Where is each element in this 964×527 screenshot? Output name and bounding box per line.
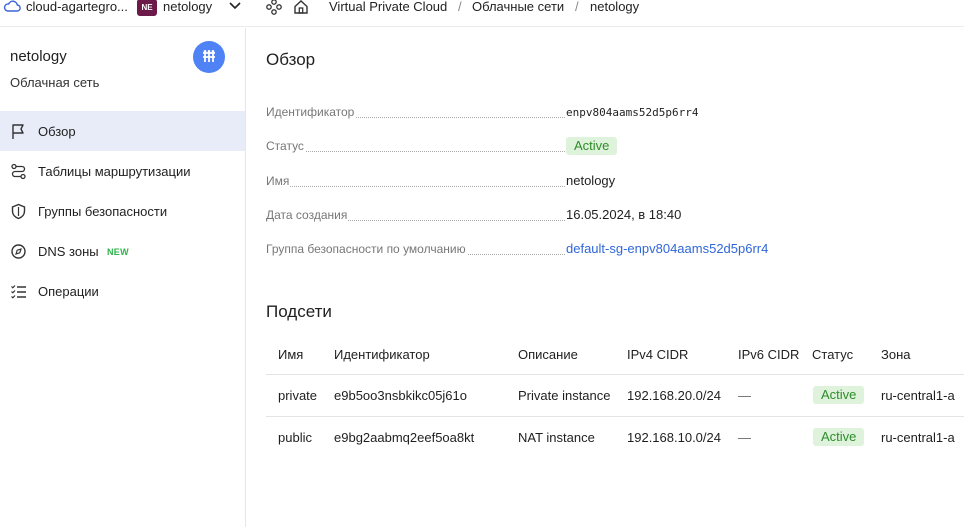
column-header[interactable]: Статус bbox=[812, 347, 853, 362]
shield-icon bbox=[11, 203, 26, 220]
subnet-ipv6: — bbox=[738, 388, 751, 403]
top-bar: cloud-agartegro... NE netology Virtual P… bbox=[0, 0, 964, 27]
sidebar-item-security-groups[interactable]: Группы безопасности bbox=[0, 191, 245, 231]
subnet-zone: ru-central1-a bbox=[881, 430, 955, 445]
folder-selector[interactable]: netology bbox=[163, 0, 212, 14]
overview-heading: Обзор bbox=[266, 50, 316, 69]
sidebar-item-label: Таблицы маршрутизации bbox=[38, 164, 191, 179]
cloud-selector[interactable]: cloud-agartegro... bbox=[26, 0, 128, 14]
prop-label: Дата создания bbox=[266, 208, 349, 222]
sidebar-item-label: Операции bbox=[38, 284, 99, 299]
dns-icon bbox=[11, 244, 26, 259]
security-group-link[interactable]: default-sg-enpv804aams52d5p6rr4 bbox=[566, 241, 768, 256]
subnet-description: Private instance bbox=[518, 388, 611, 403]
breadcrumb-networks[interactable]: Облачные сети bbox=[472, 0, 564, 14]
subnet-name[interactable]: public bbox=[278, 430, 312, 445]
sidebar-item-dns-zones[interactable]: DNS зоны NEW bbox=[0, 231, 245, 271]
sidebar-item-overview[interactable]: Обзор bbox=[0, 111, 245, 151]
subnet-id: e9b5oo3nsbkikc05j61o bbox=[334, 388, 467, 403]
route-icon bbox=[11, 163, 26, 180]
table-divider bbox=[266, 416, 964, 417]
subnets-heading: Подсети bbox=[266, 302, 332, 321]
leader-dots bbox=[266, 151, 565, 152]
prop-label: Статус bbox=[266, 139, 305, 153]
prop-created: Дата создания 16.05.2024, в 18:40 bbox=[266, 206, 866, 224]
chevron-down-icon[interactable] bbox=[228, 1, 242, 11]
sidebar: netology Облачная сеть Обзор Таблицы мар… bbox=[0, 28, 246, 527]
subnet-zone: ru-central1-a bbox=[881, 388, 955, 403]
breadcrumb-separator: / bbox=[458, 0, 462, 14]
subnet-description: NAT instance bbox=[518, 430, 595, 445]
sidebar-item-route-tables[interactable]: Таблицы маршрутизации bbox=[0, 151, 245, 191]
status-value-wrap: Active bbox=[566, 137, 618, 155]
sidebar-item-operations[interactable]: Операции bbox=[0, 271, 245, 311]
created-value: 16.05.2024, в 18:40 bbox=[566, 207, 682, 222]
column-header[interactable]: IPv4 CIDR bbox=[627, 347, 688, 362]
subnet-id: e9bg2aabmq2eef5oa8kt bbox=[334, 430, 475, 445]
services-icon[interactable] bbox=[266, 0, 282, 15]
sidebar-item-label: Обзор bbox=[38, 124, 76, 139]
list-icon bbox=[11, 285, 26, 299]
prop-label: Имя bbox=[266, 174, 291, 188]
column-header[interactable]: Зона bbox=[881, 347, 911, 362]
leader-dots bbox=[266, 186, 565, 187]
subnet-name[interactable]: private bbox=[278, 388, 317, 403]
subnet-ipv4: 192.168.20.0/24 bbox=[627, 388, 721, 403]
column-header[interactable]: Имя bbox=[278, 347, 303, 362]
prop-label: Идентификатор bbox=[266, 105, 356, 119]
table-divider bbox=[266, 374, 964, 375]
column-header[interactable]: IPv6 CIDR bbox=[738, 347, 799, 362]
subnet-ipv6: — bbox=[738, 430, 751, 445]
flag-icon bbox=[12, 124, 24, 139]
prop-label: Группа безопасности по умолчанию bbox=[266, 242, 467, 256]
network-logo bbox=[193, 41, 225, 73]
column-header[interactable]: Описание bbox=[518, 347, 578, 362]
network-id-value[interactable]: enpv804aams52d5p6rr4 bbox=[566, 106, 698, 119]
network-title: netology bbox=[10, 48, 67, 65]
sidebar-item-label: Группы безопасности bbox=[38, 204, 168, 219]
breadcrumb-vpc[interactable]: Virtual Private Cloud bbox=[329, 0, 447, 14]
folder-badge: NE bbox=[137, 0, 157, 16]
prop-security-group: Группа безопасности по умолчанию default… bbox=[266, 240, 866, 258]
prop-status: Статус Active bbox=[266, 137, 866, 155]
cloud-icon bbox=[3, 0, 21, 12]
new-badge: NEW bbox=[107, 247, 129, 257]
breadcrumb-current: netology bbox=[590, 0, 640, 14]
network-type: Облачная сеть bbox=[10, 75, 100, 90]
network-icon bbox=[203, 50, 215, 62]
subnet-ipv4: 192.168.10.0/24 bbox=[627, 430, 721, 445]
status-badge: Active bbox=[813, 428, 865, 446]
breadcrumb-separator: / bbox=[575, 0, 579, 14]
column-header[interactable]: Идентификатор bbox=[334, 347, 430, 362]
status-badge-wrap: Active bbox=[813, 386, 865, 404]
status-badge-wrap: Active bbox=[813, 428, 865, 446]
sidebar-item-label: DNS зоны bbox=[38, 244, 99, 259]
home-icon[interactable] bbox=[293, 0, 309, 15]
prop-id: Идентификатор enpv804aams52d5p6rr4 bbox=[266, 103, 866, 121]
status-badge: Active bbox=[566, 137, 618, 155]
prop-name: Имя netology bbox=[266, 172, 866, 190]
status-badge: Active bbox=[813, 386, 865, 404]
name-value: netology bbox=[566, 173, 616, 188]
